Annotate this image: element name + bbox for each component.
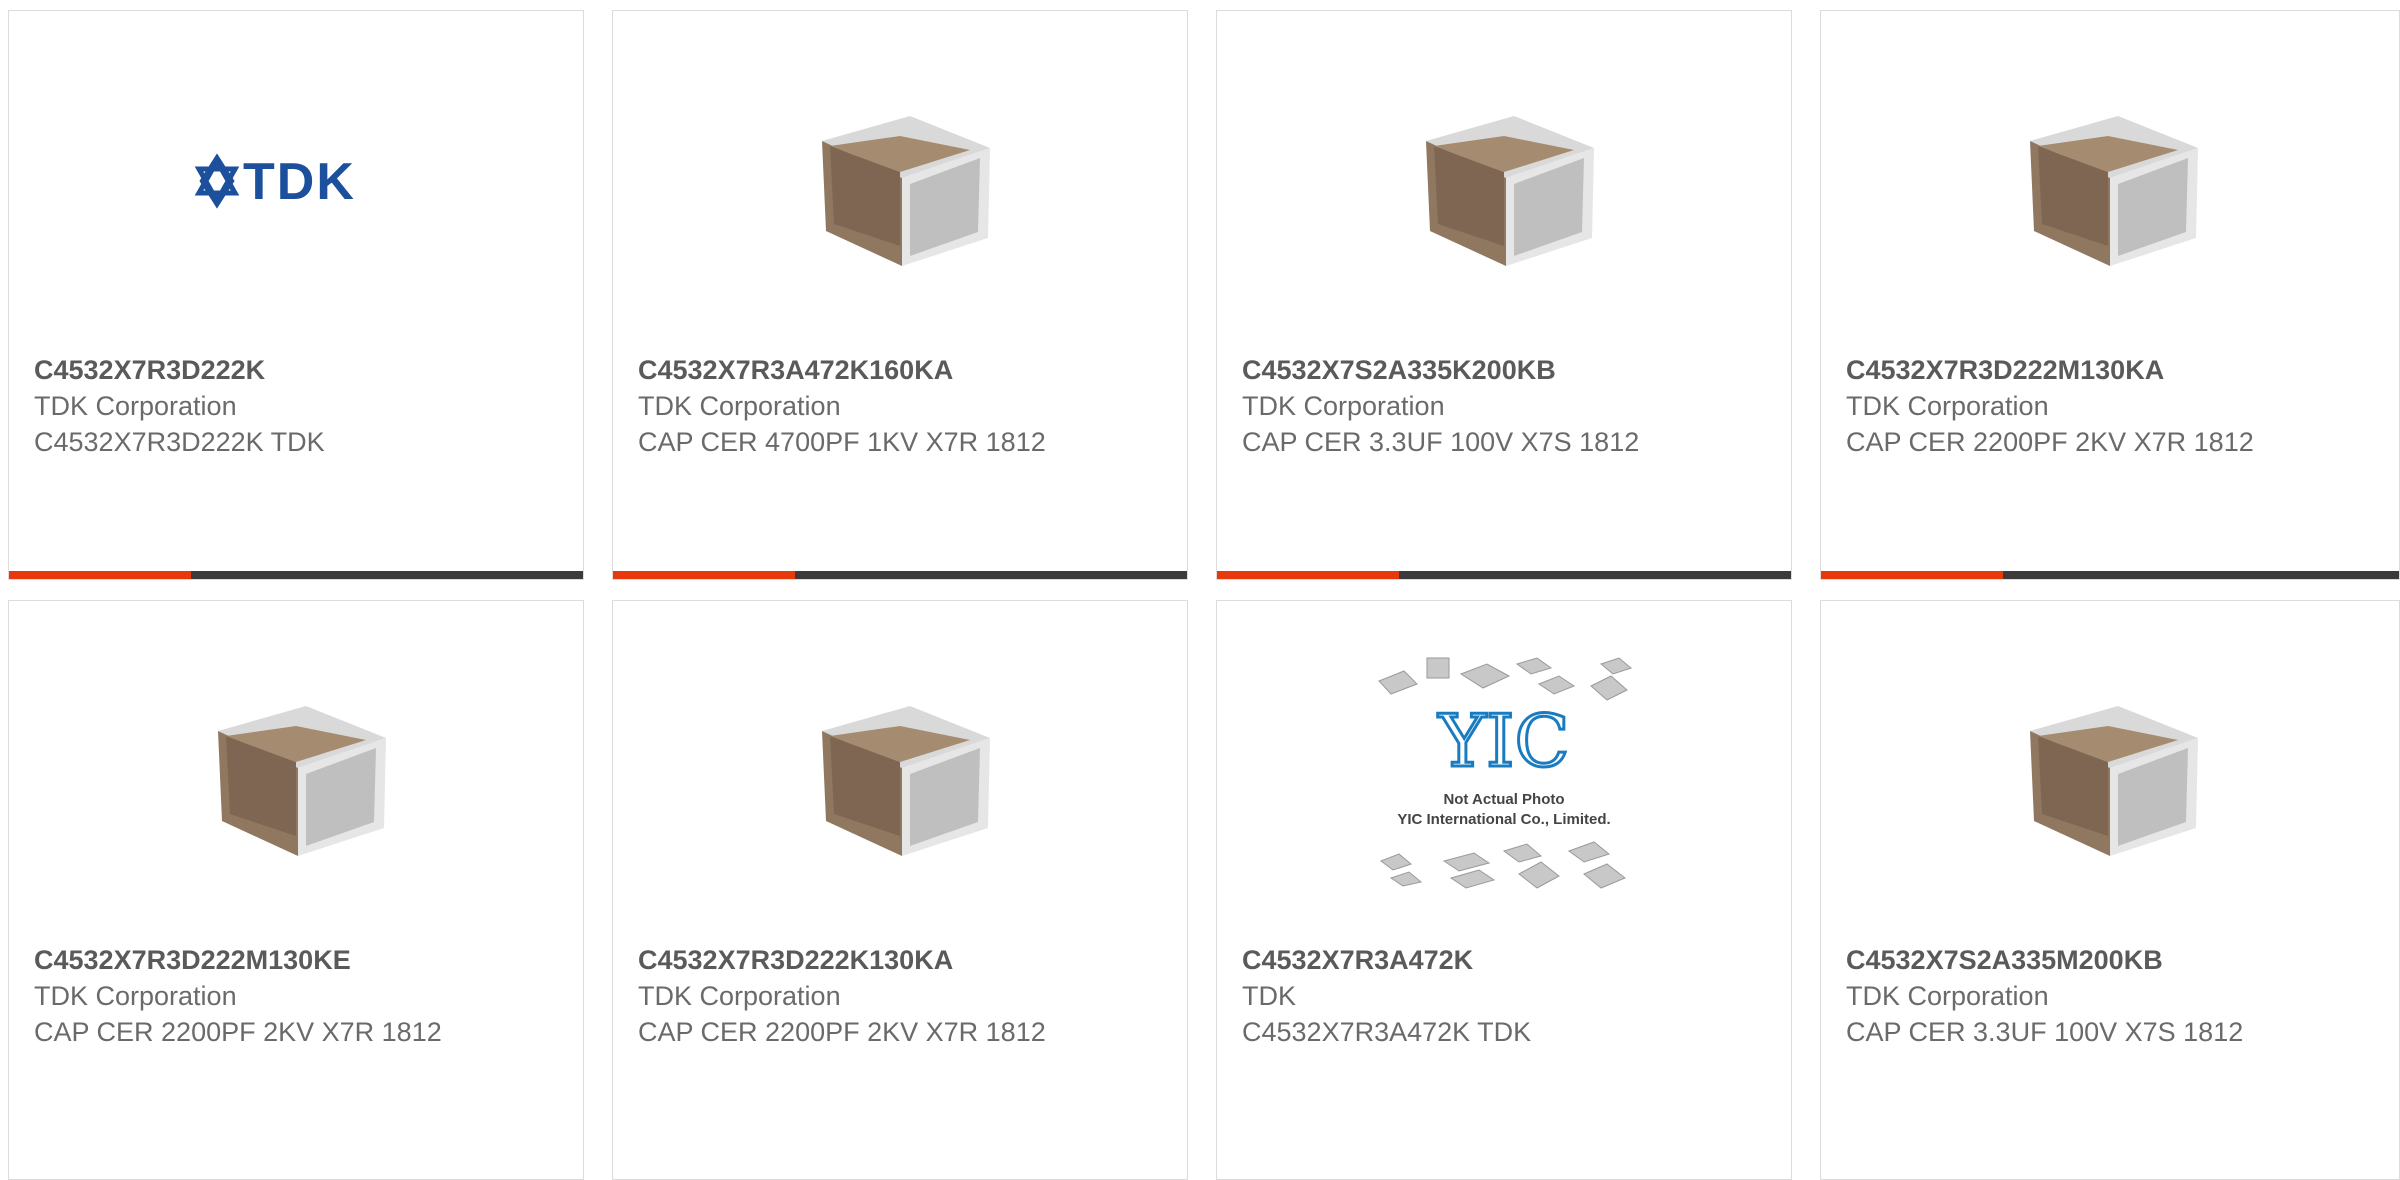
part-number[interactable]: C4532X7R3A472K	[1242, 942, 1672, 978]
part-number[interactable]: C4532X7R3D222K	[34, 352, 464, 388]
capacitor-chip-image	[822, 116, 990, 266]
card-footer-bar	[1821, 571, 2399, 579]
manufacturer: TDK Corporation	[34, 391, 237, 421]
svg-text:YIC: YIC	[1437, 699, 1569, 783]
not-actual-photo-placeholder: YIC Not Actual Photo YIC International C…	[1378, 657, 1633, 889]
product-card[interactable]: C4532X7R3A472K160KA TDK Corporation CAP …	[612, 10, 1188, 580]
product-image[interactable]	[613, 11, 1187, 351]
description: CAP CER 2200PF 2KV X7R 1812	[1846, 427, 2254, 457]
product-image[interactable]	[1821, 11, 2395, 351]
part-number[interactable]: C4532X7S2A335M200KB	[1846, 942, 2276, 978]
description: CAP CER 2200PF 2KV X7R 1812	[638, 1017, 1046, 1047]
manufacturer: TDK	[1242, 981, 1296, 1011]
manufacturer: TDK Corporation	[638, 981, 841, 1011]
card-footer-accent	[9, 571, 191, 579]
product-image[interactable]	[613, 601, 1187, 941]
card-footer-accent	[1217, 571, 1399, 579]
product-image[interactable]: TDK	[9, 11, 583, 351]
part-number[interactable]: C4532X7R3D222M130KE	[34, 942, 464, 978]
product-card[interactable]: C4532X7S2A335M200KB TDK Corporation CAP …	[1820, 600, 2400, 1180]
product-grid: TDK C4532X7R3D222K TDK Corporation C4532…	[0, 0, 2400, 1180]
product-image[interactable]	[1821, 601, 2395, 941]
capacitor-chip-image	[1426, 116, 1594, 266]
part-number[interactable]: C4532X7R3D222K130KA	[638, 942, 1068, 978]
svg-text:YIC International Co., Limited: YIC International Co., Limited.	[1397, 811, 1610, 828]
description: C4532X7R3A472K TDK	[1242, 1017, 1532, 1047]
svg-text:TDK: TDK	[243, 153, 356, 211]
card-footer-bar	[613, 571, 1187, 579]
manufacturer: TDK Corporation	[1846, 391, 2049, 421]
capacitor-chip-image	[218, 706, 386, 856]
part-number[interactable]: C4532X7S2A335K200KB	[1242, 352, 1672, 388]
description: C4532X7R3D222K TDK	[34, 427, 325, 457]
manufacturer: TDK Corporation	[638, 391, 841, 421]
product-image[interactable]	[9, 601, 583, 941]
description: CAP CER 2200PF 2KV X7R 1812	[34, 1017, 442, 1047]
product-image[interactable]	[1217, 11, 1791, 351]
manufacturer: TDK Corporation	[1242, 391, 1445, 421]
product-image[interactable]: YIC Not Actual Photo YIC International C…	[1217, 601, 1791, 941]
tdk-logo: TDK	[194, 153, 356, 211]
card-footer-bar	[1217, 571, 1791, 579]
description: CAP CER 4700PF 1KV X7R 1812	[638, 427, 1046, 457]
capacitor-chip-image	[2030, 116, 2198, 266]
part-number[interactable]: C4532X7R3A472K160KA	[638, 352, 1068, 388]
card-footer-bar	[9, 571, 583, 579]
capacitor-chip-image	[2030, 706, 2198, 856]
product-card[interactable]: YIC Not Actual Photo YIC International C…	[1216, 600, 1792, 1180]
card-footer-accent	[613, 571, 795, 579]
product-card[interactable]: C4532X7S2A335K200KB TDK Corporation CAP …	[1216, 10, 1792, 580]
part-number[interactable]: C4532X7R3D222M130KA	[1846, 352, 2276, 388]
product-card[interactable]: C4532X7R3D222M130KA TDK Corporation CAP …	[1820, 10, 2400, 580]
description: CAP CER 3.3UF 100V X7S 1812	[1846, 1017, 2244, 1047]
card-footer-accent	[1821, 571, 2003, 579]
capacitor-chip-image	[822, 706, 990, 856]
manufacturer: TDK Corporation	[1846, 981, 2049, 1011]
svg-text:Not Actual Photo: Not Actual Photo	[1443, 791, 1564, 808]
product-card[interactable]: C4532X7R3D222K130KA TDK Corporation CAP …	[612, 600, 1188, 1180]
product-card[interactable]: TDK C4532X7R3D222K TDK Corporation C4532…	[8, 10, 584, 580]
manufacturer: TDK Corporation	[34, 981, 237, 1011]
description: CAP CER 3.3UF 100V X7S 1812	[1242, 427, 1640, 457]
product-card[interactable]: C4532X7R3D222M130KE TDK Corporation CAP …	[8, 600, 584, 1180]
